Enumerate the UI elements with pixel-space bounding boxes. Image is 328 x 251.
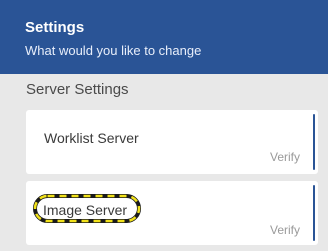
worklist-server-card[interactable]: Worklist Server Verify bbox=[26, 110, 318, 174]
page-title: Settings bbox=[25, 19, 85, 36]
page-subtitle: What would you like to change bbox=[25, 43, 202, 58]
section-title: Server Settings bbox=[26, 81, 129, 98]
worklist-server-label: Worklist Server bbox=[44, 130, 139, 146]
card-accent-bar bbox=[313, 114, 315, 170]
verify-image-server-button[interactable]: Verify bbox=[270, 223, 300, 237]
card-accent-bar bbox=[313, 185, 315, 241]
image-server-label: Image Server bbox=[43, 202, 128, 218]
app-header: Settings What would you like to change bbox=[0, 0, 328, 74]
verify-worklist-server-button[interactable]: Verify bbox=[270, 150, 300, 164]
image-server-card[interactable]: Image Server Verify bbox=[26, 181, 318, 245]
